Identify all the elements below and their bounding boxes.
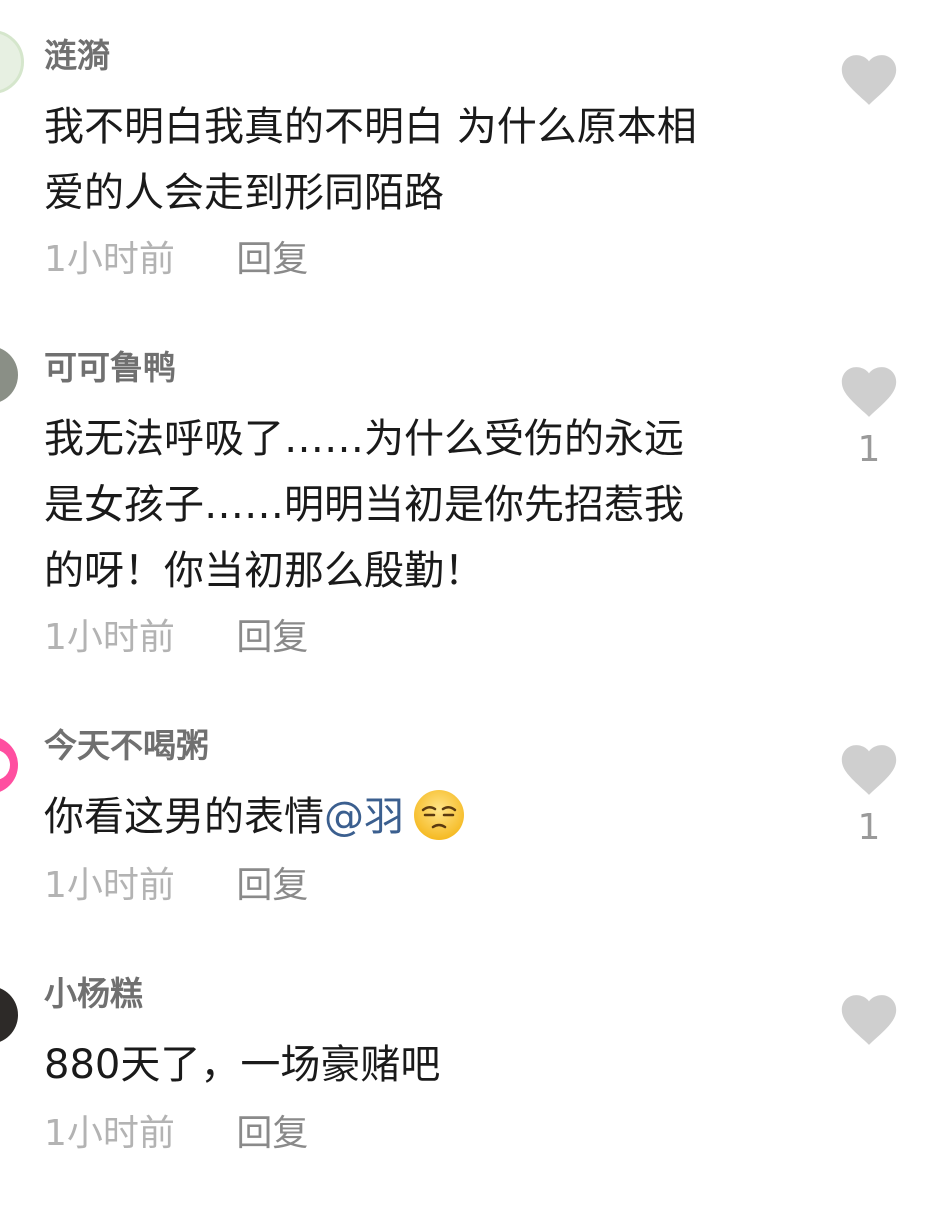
comment-text: 你看这男的表情@羽 (44, 784, 784, 850)
avatar[interactable] (0, 30, 24, 94)
comment-username[interactable]: 今天不喝粥 (44, 726, 209, 766)
like-button[interactable]: 1 (840, 366, 898, 470)
avatar-detail (0, 750, 10, 780)
comment-meta: 1小时前 回复 (44, 616, 308, 660)
comment-timestamp: 1小时前 (44, 865, 175, 906)
comment-text: 我无法呼吸了……为什么受伤的永远 是女孩子……明明当初是你先招惹我 的呀！你当初… (44, 406, 784, 604)
like-button[interactable] (840, 994, 898, 1058)
reply-button[interactable]: 回复 (236, 617, 308, 658)
avatar[interactable] (0, 346, 18, 404)
smirk-emoji-icon (414, 790, 464, 840)
mention-link[interactable]: @羽 (324, 794, 404, 840)
comment-timestamp: 1小时前 (44, 617, 175, 658)
comment-text-line: 爱的人会走到形同陌路 (44, 170, 444, 216)
comment-text-line: 我无法呼吸了……为什么受伤的永远 (44, 416, 684, 462)
comment-username[interactable]: 可可鲁鸭 (44, 348, 176, 388)
heart-icon (841, 367, 897, 417)
reply-button[interactable]: 回复 (236, 1113, 308, 1154)
comment-meta: 1小时前 回复 (44, 1112, 308, 1156)
like-count: 1 (857, 807, 881, 848)
heart-icon (841, 995, 897, 1045)
reply-button[interactable]: 回复 (236, 239, 308, 280)
comment-meta: 1小时前 回复 (44, 238, 308, 282)
avatar[interactable] (0, 986, 18, 1044)
comment-text-content: 你看这男的表情 (44, 794, 324, 840)
comment-timestamp: 1小时前 (44, 1113, 175, 1154)
like-button[interactable]: 1 (840, 744, 898, 848)
comment-text-line: 是女孩子……明明当初是你先招惹我 (44, 482, 684, 528)
heart-icon (841, 745, 897, 795)
reply-button[interactable]: 回复 (236, 865, 308, 906)
like-count: 1 (857, 429, 881, 470)
comment-text: 我不明白我真的不明白 为什么原本相 爱的人会走到形同陌路 (44, 94, 784, 226)
like-button[interactable] (840, 54, 898, 118)
comment-meta: 1小时前 回复 (44, 864, 308, 908)
comment-text-line: 880天了，一场豪赌吧 (44, 1042, 441, 1088)
comment-username[interactable]: 小杨糕 (44, 974, 143, 1014)
comment-username[interactable]: 涟漪 (44, 36, 110, 76)
avatar[interactable] (0, 736, 18, 794)
comment-text-line: 我不明白我真的不明白 为什么原本相 (44, 104, 697, 150)
comment-text: 880天了，一场豪赌吧 (44, 1032, 784, 1098)
comment-timestamp: 1小时前 (44, 239, 175, 280)
comment-text-line: 的呀！你当初那么殷勤！ (44, 548, 484, 594)
heart-icon (841, 55, 897, 105)
